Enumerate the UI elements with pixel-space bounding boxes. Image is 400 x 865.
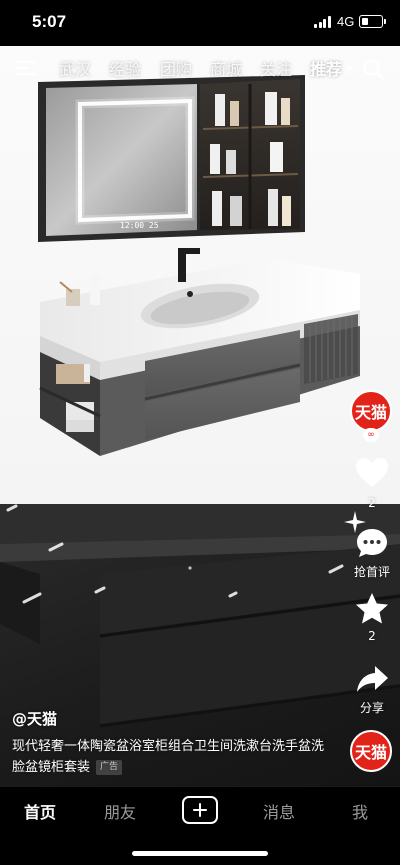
create-button[interactable] [182,796,218,824]
heart-icon[interactable] [354,456,390,490]
star-icon[interactable] [354,592,390,626]
author-name[interactable]: @天猫 [12,708,57,729]
status-bar: 5:07 4G [0,0,400,46]
nav-tab-recommended[interactable]: 推荐 [310,56,342,80]
comment-label: 抢首评 [353,565,390,579]
product-photo[interactable]: 12:00 25 [0,46,400,504]
bathroom-cabinet-illustration: 12:00 25 [38,75,360,456]
menu-icon[interactable] [16,58,38,78]
caption-text: 现代轻奢一体陶瓷盆浴室柜组合卫生间洗漱台洗手盆洗脸盆镜柜套装 [12,739,325,775]
link-icon: ∞ [363,428,379,442]
battery-icon [359,15,383,28]
tab-friends[interactable]: 朋友 [90,799,150,823]
share-label: 分享 [359,701,384,715]
top-nav: 武汉 经验 团购 商城 关注 推荐 [0,52,400,86]
ad-badge: 广告 [96,760,123,775]
home-indicator [132,851,268,856]
video-caption[interactable]: 现代轻奢一体陶瓷盆浴室柜组合卫生间洗漱台洗手盆洗脸盆镜柜套装 广告 [12,736,332,778]
battery-level [361,17,368,25]
nav-tab-wuhan[interactable]: 武汉 [59,56,91,80]
tmall-music-disc[interactable]: 天猫 [350,730,392,772]
nav-tab-following[interactable]: 关注 [260,56,292,80]
tmall-avatar[interactable]: 天猫 [350,390,392,432]
nav-tab-group-buy[interactable]: 团购 [160,56,192,80]
nav-tab-mall[interactable]: 商城 [210,56,242,80]
recommend-refresh-icon [344,65,352,75]
mirror-clock: 12:00 25 [120,221,159,230]
battery-tip [384,19,386,24]
tab-messages[interactable]: 消息 [249,799,309,823]
comment-icon[interactable] [355,527,389,559]
network-type: 4G [337,14,355,29]
tab-me[interactable]: 我 [330,799,390,823]
signal-icon [314,16,332,28]
favorite-count: 2 [368,629,376,643]
share-icon[interactable] [355,664,389,694]
search-icon[interactable] [362,58,384,80]
like-count: 2 [368,496,376,510]
tab-home[interactable]: 首页 [10,799,70,823]
status-time: 5:07 [32,12,67,31]
nav-tab-experience[interactable]: 经验 [109,56,141,80]
